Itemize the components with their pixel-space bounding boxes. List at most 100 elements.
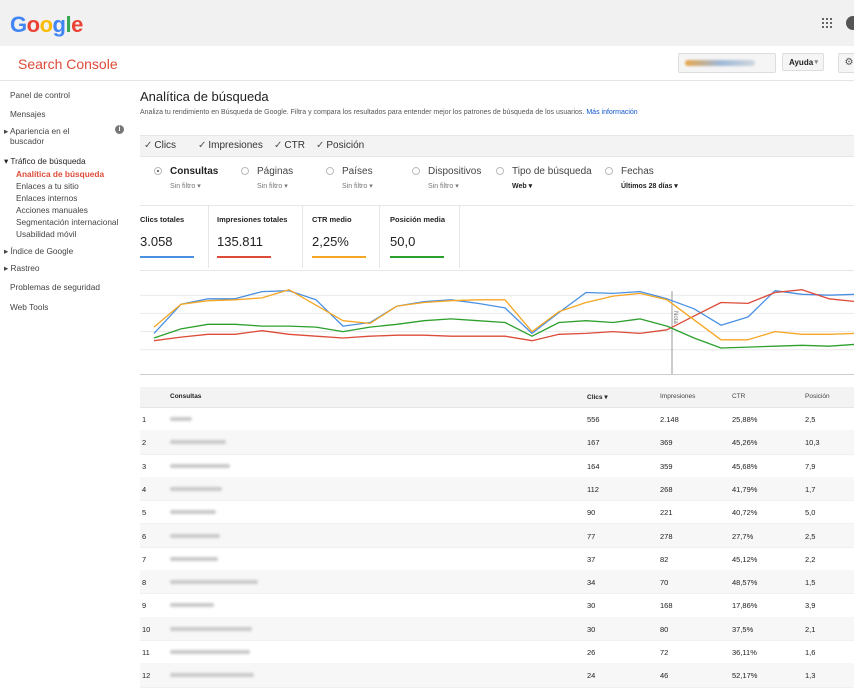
sidebar-item-internal-links[interactable]: Enlaces internos	[16, 193, 77, 203]
column-header-clicks[interactable]: Clics ▾	[587, 393, 608, 401]
chart-series-line-0[interactable]	[153, 290, 854, 335]
column-header-ctr[interactable]: CTR	[732, 393, 745, 400]
cell-impressions: 46	[660, 671, 669, 681]
radio-button[interactable]	[496, 167, 504, 175]
table-row[interactable]: 11 26 72 36,11% 1,6	[140, 640, 854, 665]
dimension-filter[interactable]: Sin filtro ▾	[257, 182, 288, 190]
product-title[interactable]: Search Console	[18, 56, 118, 72]
blurred-query[interactable]	[170, 440, 226, 445]
metric-label: Impresiones totales	[217, 215, 288, 224]
settings-button[interactable]: ⚙	[838, 53, 854, 73]
metric-ctr[interactable]: CTR medio 2,25%	[302, 206, 380, 268]
blurred-query[interactable]	[170, 673, 254, 678]
table-row[interactable]: 9 30 168 17,86% 3,9	[140, 593, 854, 618]
sidebar-item-messages[interactable]: Mensajes	[10, 109, 46, 119]
sidebar-item-security-issues[interactable]: Problemas de seguridad	[10, 282, 100, 292]
google-logo[interactable]: Google	[10, 12, 83, 38]
cell-position: 1,7	[805, 484, 816, 494]
blurred-query[interactable]	[170, 486, 222, 491]
gear-icon: ⚙	[844, 57, 854, 68]
metric-value: 3.058	[140, 234, 173, 249]
chart-series-line-2[interactable]	[153, 289, 854, 341]
sidebar-item-crawl[interactable]: ▸ Rastreo	[4, 263, 40, 273]
cell-ctr: 48,57%	[732, 578, 758, 588]
metric-impressions[interactable]: Impresiones totales 135.811	[208, 206, 303, 268]
logo-letter: o	[26, 12, 40, 37]
table-row[interactable]: 2 167 369 45,26% 10,3	[140, 430, 854, 455]
blurred-query[interactable]	[170, 556, 218, 561]
sidebar-item-web-tools[interactable]: Web Tools	[10, 302, 48, 312]
metric-totals: Clics totales 3.058 Impresiones totales …	[140, 206, 854, 268]
performance-chart[interactable]: Nota	[140, 270, 854, 375]
radio-selected[interactable]	[154, 167, 162, 175]
sidebar-item-search-analytics[interactable]: Analítica de búsqueda	[16, 169, 104, 179]
metric-position[interactable]: Posición media 50,0	[379, 206, 460, 268]
sidebar-item-dashboard[interactable]: Panel de control	[10, 90, 70, 100]
sidebar-item-intl-targeting[interactable]: Segmentación internacional	[16, 217, 118, 227]
cell-ctr: 52,17%	[732, 671, 758, 681]
blurred-query[interactable]	[170, 463, 230, 468]
table-row[interactable]: 8 34 70 48,57% 1,5	[140, 570, 854, 595]
dimension-filter[interactable]: Web ▾	[512, 182, 532, 190]
cell-clicks: 26	[587, 648, 596, 657]
table-row[interactable]: 12 24 46 52,17% 1,3	[140, 663, 854, 688]
cell-ctr: 41,79%	[732, 484, 758, 494]
sidebar-item-links[interactable]: Enlaces a tu sitio	[16, 181, 79, 191]
blurred-query[interactable]	[170, 580, 258, 585]
cell-position: 2,1	[805, 624, 816, 634]
cell-position: 2,5	[805, 415, 816, 424]
blurred-query[interactable]	[170, 650, 250, 654]
sidebar-item-manual-actions[interactable]: Acciones manuales	[16, 205, 88, 215]
checkbox-impressions[interactable]: ✓ Impresiones	[198, 140, 263, 151]
table-row[interactable]: 5 90 221 40,72% 5,0	[140, 500, 854, 525]
checkbox-ctr[interactable]: ✓ CTR	[274, 140, 305, 151]
cell-impressions: 359	[660, 461, 673, 471]
blurred-query[interactable]	[170, 626, 252, 631]
table-row[interactable]: 3 164 359 45,68% 7,9	[140, 454, 854, 478]
column-header-impressions[interactable]: Impresiones	[660, 393, 695, 400]
checkbox-position[interactable]: ✓ Posición	[316, 140, 364, 151]
chart-series-line-3[interactable]	[153, 318, 854, 349]
dimension-label: Países	[342, 166, 373, 177]
apps-grid-icon[interactable]	[822, 18, 832, 28]
radio-button[interactable]	[412, 167, 420, 175]
radio-button[interactable]	[241, 167, 249, 175]
blurred-query[interactable]	[170, 533, 220, 538]
cell-clicks: 34	[587, 578, 596, 588]
cell-impressions: 221	[660, 508, 673, 518]
sidebar-item-mobile-usability[interactable]: Usabilidad móvil	[16, 229, 76, 239]
radio-button[interactable]	[326, 167, 334, 175]
blurred-query[interactable]	[170, 603, 214, 608]
sidebar-item-search-appearance-cont[interactable]: buscador	[10, 136, 44, 146]
help-button[interactable]: Ayuda ▾	[782, 53, 824, 71]
blurred-query[interactable]	[170, 510, 216, 515]
account-icon[interactable]	[846, 16, 854, 30]
dimension-label: Consultas	[170, 166, 219, 177]
sidebar-item-google-index[interactable]: ▸ Índice de Google	[4, 246, 73, 256]
description-text: Analiza tu rendimiento en Búsqueda de Go…	[140, 109, 585, 116]
sidebar-item-search-appearance[interactable]: ▸ Apariencia en el	[4, 126, 70, 136]
table-row[interactable]: 7 37 82 45,12% 2,2	[140, 547, 854, 572]
dimension-label: Tipo de búsqueda	[512, 166, 592, 177]
table-row[interactable]: 1 556 2.148 25,88% 2,5	[140, 407, 854, 432]
sidebar-item-search-traffic[interactable]: ▾ Tráfico de búsqueda	[4, 156, 86, 166]
table-row[interactable]: 6 77 278 27,7% 2,5	[140, 523, 854, 548]
blurred-query[interactable]	[170, 417, 192, 421]
table-row[interactable]: 4 112 268 41,79% 1,7	[140, 476, 854, 502]
checkbox-clicks[interactable]: ✓ Clics	[144, 140, 176, 151]
site-selector[interactable]	[678, 53, 776, 73]
more-info-link[interactable]: Más información	[586, 109, 637, 116]
cell-ctr: 45,26%	[732, 438, 758, 448]
column-header-position[interactable]: Posición	[805, 393, 830, 400]
dimension-filter[interactable]: Sin filtro ▾	[342, 182, 373, 190]
info-icon[interactable]: i	[115, 125, 124, 134]
cell-impressions: 369	[660, 438, 673, 448]
dimension-filter[interactable]: Últimos 28 días ▾	[621, 182, 678, 190]
dimension-filter[interactable]: Sin filtro ▾	[428, 182, 459, 190]
radio-button[interactable]	[605, 167, 613, 175]
dimension-filter[interactable]: Sin filtro ▾	[170, 182, 201, 190]
metric-clicks[interactable]: Clics totales 3.058	[140, 206, 209, 268]
column-header-query[interactable]: Consultas	[170, 393, 201, 400]
table-row[interactable]: 10 30 80 37,5% 2,1	[140, 616, 854, 641]
check-icon: ✓	[198, 140, 207, 151]
